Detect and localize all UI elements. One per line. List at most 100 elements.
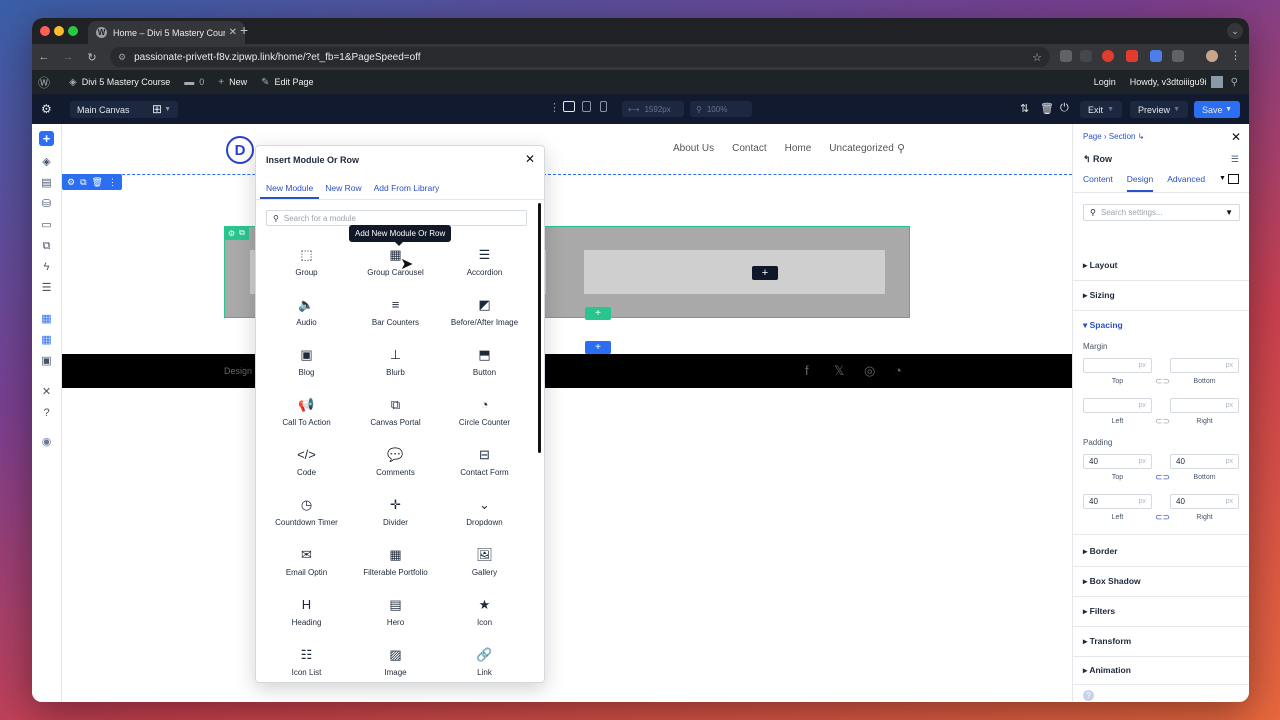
phone-view-icon[interactable] bbox=[600, 101, 607, 112]
lightning-icon[interactable]: ϟ bbox=[39, 260, 54, 275]
extension-icon[interactable] bbox=[1126, 50, 1138, 62]
tab-new-module[interactable]: New Module bbox=[260, 174, 320, 199]
settings-gear-icon[interactable]: ⚙ bbox=[67, 177, 75, 188]
module-item-gallery[interactable]: 🖼 Gallery bbox=[440, 543, 529, 593]
section-border[interactable]: ▸ Border bbox=[1083, 546, 1118, 557]
add-section-button[interactable]: + bbox=[585, 341, 611, 354]
link-icon[interactable]: ⊂⊃ bbox=[1155, 472, 1170, 483]
breadcrumb[interactable]: Page › Section ↳ bbox=[1083, 132, 1144, 141]
settings-gear-icon[interactable]: ⚙ bbox=[41, 102, 52, 116]
nav-link-uncategorized[interactable]: Uncategorized bbox=[829, 143, 893, 154]
module-item-email-optin[interactable]: ✉ Email Optin bbox=[262, 543, 351, 593]
nav-link-about[interactable]: About Us bbox=[673, 143, 714, 154]
chevron-down-icon[interactable]: ▼ bbox=[1219, 175, 1226, 182]
padding-top-input[interactable]: 40 px bbox=[1083, 454, 1152, 469]
trash-icon[interactable]: 🗑 bbox=[92, 177, 103, 188]
margin-bottom-input[interactable]: px bbox=[1170, 358, 1239, 373]
tab-search-button[interactable]: ⌄ bbox=[1227, 23, 1243, 39]
module-item-comments[interactable]: 💬 Comments bbox=[351, 443, 440, 493]
site-logo[interactable]: D bbox=[226, 136, 254, 164]
settings-search-input[interactable]: ⚲ Search settings... ▼ bbox=[1083, 204, 1240, 221]
duplicate-icon[interactable]: ⧉ bbox=[239, 228, 245, 238]
section-layout[interactable]: ▸ Layout bbox=[1083, 260, 1118, 271]
new-content-link[interactable]: + New bbox=[218, 77, 247, 88]
section-filters[interactable]: ▸ Filters bbox=[1083, 606, 1115, 617]
login-link[interactable]: Login bbox=[1094, 77, 1116, 87]
module-item-contact-form[interactable]: ⊟ Contact Form bbox=[440, 443, 529, 493]
close-tab-icon[interactable]: ✕ bbox=[229, 27, 237, 38]
margin-right-input[interactable]: px bbox=[1170, 398, 1239, 413]
facebook-icon[interactable]: f bbox=[805, 363, 809, 378]
site-name-link[interactable]: ◈ Divi 5 Mastery Course bbox=[69, 77, 170, 88]
tab-content[interactable]: Content bbox=[1083, 174, 1113, 192]
filter-icon[interactable]: ▼ bbox=[1225, 208, 1233, 217]
padding-left-input[interactable]: 40 px bbox=[1083, 494, 1152, 509]
duplicate-icon[interactable]: ⧉ bbox=[80, 177, 86, 188]
database-icon[interactable]: ⛁ bbox=[39, 197, 54, 212]
module-item-icon-list[interactable]: ☷ Icon List bbox=[262, 643, 351, 682]
address-bar[interactable]: ⚙ passionate-privett-f8v.zipwp.link/home… bbox=[110, 47, 1050, 67]
nav-link-home[interactable]: Home bbox=[785, 143, 812, 154]
scrollbar[interactable] bbox=[538, 203, 541, 453]
forward-button[interactable]: → bbox=[56, 51, 80, 63]
trash-icon[interactable]: 🗑 bbox=[1040, 102, 1054, 115]
section-box-shadow[interactable]: ▸ Box Shadow bbox=[1083, 576, 1141, 587]
section-spacing[interactable]: ▾ Spacing bbox=[1083, 320, 1123, 331]
padding-bottom-input[interactable]: 40 px bbox=[1170, 454, 1239, 469]
close-window-button[interactable] bbox=[40, 26, 50, 36]
search-icon[interactable]: ⚲ bbox=[897, 142, 905, 155]
pages-icon[interactable]: ▤ bbox=[39, 176, 54, 191]
link-icon[interactable]: ⊂⊃ bbox=[1155, 512, 1170, 523]
help-icon[interactable]: ? bbox=[39, 406, 54, 421]
module-item-bar-counters[interactable]: ≡ Bar Counters bbox=[351, 293, 440, 343]
preview-button[interactable]: Preview ▼ bbox=[1130, 101, 1188, 118]
module-item-group[interactable]: ⬚ Group bbox=[262, 243, 351, 293]
module-item-icon[interactable]: ★ Icon bbox=[440, 593, 529, 643]
module-item-accordion[interactable]: ☰ Accordion bbox=[440, 243, 529, 293]
desktop-view-icon[interactable] bbox=[563, 101, 575, 112]
tools-icon[interactable]: ✕ bbox=[39, 385, 54, 400]
nav-link-contact[interactable]: Contact bbox=[732, 143, 766, 154]
account-menu[interactable]: Howdy, v3dtoiiigu9i bbox=[1130, 76, 1223, 88]
exit-button[interactable]: Exit ▼ bbox=[1080, 101, 1122, 118]
toggle-icon[interactable]: ◉ bbox=[39, 435, 54, 450]
sliders-icon[interactable]: ☰ bbox=[39, 281, 54, 296]
module-item-button[interactable]: ⬒ Button bbox=[440, 343, 529, 393]
reload-button[interactable]: ↻ bbox=[80, 51, 104, 64]
module-item-circle-counter[interactable]: ◔ Circle Counter bbox=[440, 393, 529, 443]
extension-icon[interactable] bbox=[1150, 50, 1162, 62]
module-item-blurb[interactable]: ⊥ Blurb bbox=[351, 343, 440, 393]
extension-icon[interactable] bbox=[1102, 50, 1114, 62]
extensions-puzzle-icon[interactable] bbox=[1172, 50, 1184, 62]
profile-avatar[interactable] bbox=[1206, 50, 1218, 62]
link-icon[interactable]: ⊂⊃ bbox=[1155, 376, 1170, 387]
tab-new-row[interactable]: New Row bbox=[319, 174, 367, 199]
section-sizing[interactable]: ▸ Sizing bbox=[1083, 290, 1115, 301]
module-item-before-after-image[interactable]: ◩ Before/After Image bbox=[440, 293, 529, 343]
sort-arrows-icon[interactable]: ⇅ bbox=[1020, 102, 1029, 115]
wp-logo-icon[interactable]: Ⓦ bbox=[38, 74, 55, 91]
module-item-filterable-portfolio[interactable]: ▦ Filterable Portfolio bbox=[351, 543, 440, 593]
power-icon[interactable]: ⏻ bbox=[1060, 102, 1069, 115]
padding-right-input[interactable]: 40 px bbox=[1170, 494, 1239, 509]
browser-tab[interactable]: W Home – Divi 5 Mastery Course ✕ bbox=[88, 21, 245, 44]
tab-add-from-library[interactable]: Add From Library bbox=[368, 174, 446, 199]
margin-top-input[interactable]: px bbox=[1083, 358, 1152, 373]
module-item-countdown-timer[interactable]: ◷ Countdown Timer bbox=[262, 493, 351, 543]
site-info-icon[interactable]: ⚙ bbox=[118, 52, 126, 63]
expand-panel-icon[interactable] bbox=[1228, 174, 1239, 184]
module-item-canvas-portal[interactable]: ⧉ Canvas Portal bbox=[351, 393, 440, 443]
canvas-grid-icon[interactable]: ⊞ bbox=[152, 102, 162, 116]
margin-left-input[interactable]: px bbox=[1083, 398, 1152, 413]
x-twitter-icon[interactable]: 𝕏 bbox=[834, 363, 844, 379]
module-item-divider[interactable]: ✛ Divider bbox=[351, 493, 440, 543]
save-button[interactable]: Save ▼ bbox=[1194, 101, 1240, 118]
help-icon[interactable]: ? bbox=[1083, 690, 1094, 701]
browser-menu-icon[interactable]: ⋮ bbox=[1230, 49, 1241, 62]
module-search-input[interactable]: ⚲ Search for a module bbox=[266, 210, 527, 226]
add-element-button[interactable]: + bbox=[39, 131, 54, 146]
layers-icon[interactable]: ◈ bbox=[39, 155, 54, 170]
new-tab-button[interactable]: + bbox=[240, 22, 248, 38]
section-transform[interactable]: ▸ Transform bbox=[1083, 636, 1131, 647]
extension-icon[interactable] bbox=[1060, 50, 1072, 62]
